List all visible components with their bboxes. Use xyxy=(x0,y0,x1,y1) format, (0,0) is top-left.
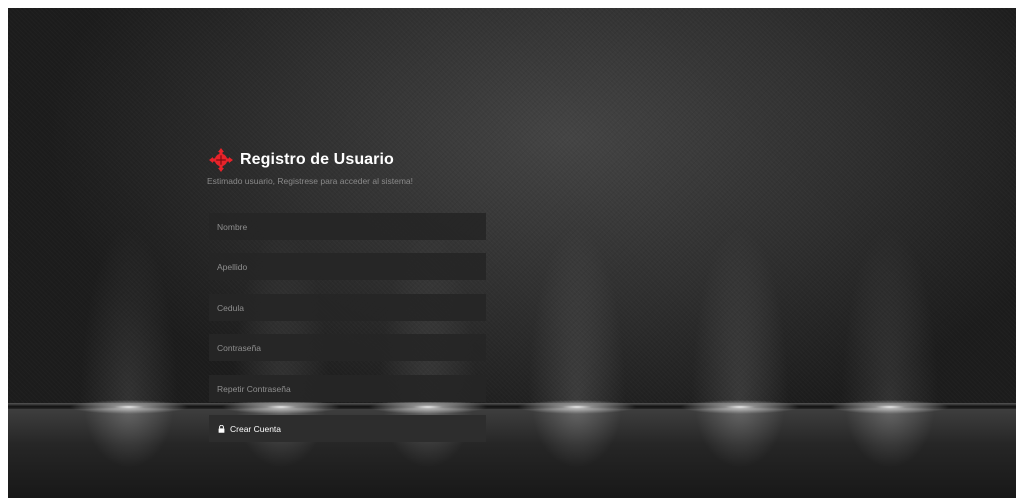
page-subtitle: Estimado usuario, Registrese para accede… xyxy=(207,176,413,186)
floor-glow xyxy=(532,408,622,468)
crear-cuenta-button[interactable]: Crear Cuenta xyxy=(209,415,486,442)
red-cross-emblem-icon xyxy=(209,148,233,172)
cedula-input[interactable] xyxy=(209,294,486,321)
spotlight xyxy=(69,400,189,414)
spotlight xyxy=(680,400,800,414)
page-title: Registro de Usuario xyxy=(240,151,394,168)
apellido-input[interactable] xyxy=(209,253,486,280)
spotlight xyxy=(830,400,950,414)
lock-icon xyxy=(218,424,225,433)
repeat-password-input[interactable] xyxy=(209,375,486,402)
spotlight xyxy=(221,400,341,414)
crear-cuenta-label: Crear Cuenta xyxy=(230,423,282,434)
floor-glow xyxy=(84,408,174,468)
floor-glow xyxy=(845,408,935,468)
nombre-input[interactable] xyxy=(209,213,486,240)
password-input[interactable] xyxy=(209,334,486,361)
form-header: Registro de Usuario xyxy=(209,148,394,172)
spotlight xyxy=(517,400,637,414)
floor-glow xyxy=(695,408,785,468)
registration-page: Registro de Usuario Estimado usuario, Re… xyxy=(8,8,1016,498)
spotlight xyxy=(368,400,488,414)
